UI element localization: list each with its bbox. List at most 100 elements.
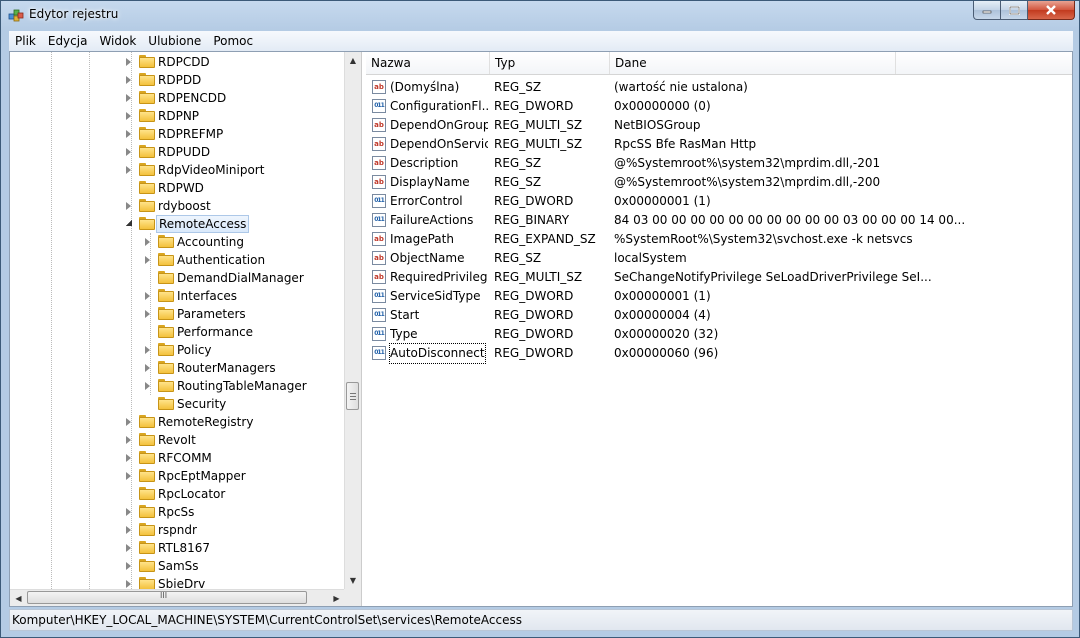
value-row[interactable]: 011 Type REG_DWORD 0x00000020 (32) [366,325,1072,344]
tree-item[interactable]: Interfaces [10,287,345,305]
scroll-up-arrow[interactable]: ▲ [345,52,361,69]
value-row[interactable]: 011 ServiceSidType REG_DWORD 0x00000001 (1) [366,287,1072,306]
value-row[interactable]: 011 ConfigurationFl... REG_DWORD 0x00000000… [366,97,1072,116]
scroll-right-arrow[interactable]: ▶ [328,590,345,606]
expand-closed-icon[interactable] [145,238,150,246]
tree-item[interactable]: RDPCDD [10,53,345,71]
expand-closed-icon[interactable] [126,580,131,588]
expand-closed-icon[interactable] [126,436,131,444]
value-row[interactable]: ab DisplayName REG_SZ @%Systemroot%\system3… [366,173,1072,192]
folder-icon [139,145,155,158]
expand-closed-icon[interactable] [126,202,131,210]
expand-closed-icon[interactable] [145,292,150,300]
value-row[interactable]: ab DependOnService REG_MULTI_SZ RpcSS Bfe R… [366,135,1072,154]
tree-item[interactable]: DemandDialManager [10,269,345,287]
value-name: Start [390,308,420,322]
binary-value-icon: 011 [372,289,386,303]
tree-item[interactable]: rspndr [10,521,345,539]
value-row[interactable]: 011 FailureActions REG_BINARY 84 03 00 00 0… [366,211,1072,230]
tree-item[interactable]: Authentication [10,251,345,269]
expand-closed-icon[interactable] [126,454,131,462]
tree-item[interactable]: RDPENCDD [10,89,345,107]
expand-closed-icon[interactable] [126,130,131,138]
tree-item[interactable]: RpcEptMapper [10,467,345,485]
expand-closed-icon[interactable] [126,94,131,102]
tree-item[interactable]: Performance [10,323,345,341]
tree-item[interactable]: rdyboost [10,197,345,215]
menu-edit[interactable]: Edycja [42,31,94,51]
value-row[interactable]: 011 AutoDisconnect REG_DWORD 0x00000060 (96… [366,343,1072,364]
value-row[interactable]: ab Description REG_SZ @%Systemroot%\system3… [366,154,1072,173]
status-bar: Komputer\HKEY_LOCAL_MACHINE\SYSTEM\Curre… [9,609,1073,631]
expand-closed-icon[interactable] [126,418,131,426]
scroll-left-arrow[interactable]: ◀ [10,590,27,606]
expand-closed-icon[interactable] [126,526,131,534]
tree-item[interactable]: RTL8167 [10,539,345,557]
expand-closed-icon[interactable] [145,364,150,372]
tree-item[interactable]: RDPNP [10,107,345,125]
expand-closed-icon[interactable] [145,256,150,264]
expand-closed-icon[interactable] [126,166,131,174]
tree-item[interactable]: RouterManagers [10,359,345,377]
value-row[interactable]: 011 ErrorControl REG_DWORD 0x00000001 (1) [366,192,1072,211]
tree-item[interactable]: RevoIt [10,431,345,449]
value-row[interactable]: ab ObjectName REG_SZ localSystem [366,249,1072,268]
menu-favorites[interactable]: Ulubione [142,31,207,51]
expand-open-icon[interactable] [126,220,132,226]
folder-icon [139,505,155,518]
value-row[interactable]: ab ImagePath REG_EXPAND_SZ %SystemRoot%\Sys… [366,230,1072,249]
tree-item[interactable]: RpcSs [10,503,345,521]
column-header-data[interactable]: Dane [610,52,896,74]
tree-vertical-scrollbar[interactable]: ▲ ▼ [344,52,361,589]
maximize-button[interactable] [1001,1,1028,20]
expand-closed-icon[interactable] [126,148,131,156]
tree-item[interactable]: Policy [10,341,345,359]
tree-item[interactable]: RpcLocator [10,485,345,503]
tree-item[interactable]: Accounting [10,233,345,251]
menu-view[interactable]: Widok [93,31,142,51]
value-row[interactable]: ab (Domyślna) REG_SZ (wartość nie ustalona) [366,78,1072,97]
expand-closed-icon[interactable] [126,76,131,84]
expand-closed-icon[interactable] [126,562,131,570]
value-row[interactable]: ab DependOnGroup REG_MULTI_SZ NetBIOSGroup [366,116,1072,135]
column-header-type[interactable]: Typ [490,52,610,74]
tree-item[interactable]: RDPWD [10,179,345,197]
tree-horizontal-scrollbar[interactable]: ◀ III ▶ [10,589,345,606]
tree-item[interactable]: SbieDrv [10,575,345,589]
tree-item[interactable]: RoutingTableManager [10,377,345,395]
expand-closed-icon[interactable] [126,112,131,120]
expand-closed-icon[interactable] [126,544,131,552]
column-header-name[interactable]: Nazwa [366,52,490,74]
minimize-icon [982,10,992,14]
tree-item[interactable]: RdpVideoMiniport [10,161,345,179]
tree-item[interactable]: RFCOMM [10,449,345,467]
tree-item[interactable]: RemoteRegistry [10,413,345,431]
menu-help[interactable]: Pomoc [207,31,259,51]
expand-closed-icon[interactable] [145,310,150,318]
tree-item[interactable]: RDPREFMP [10,125,345,143]
tree-item[interactable]: RDPUDD [10,143,345,161]
tree-item[interactable]: Security [10,395,345,413]
expand-closed-icon[interactable] [145,382,150,390]
tree-item[interactable]: RDPDD [10,71,345,89]
window-title: Edytor rejestru [29,7,119,21]
values-list-pane: Nazwa Typ Dane ab (Domyślna) REG_SZ (wartoś… [366,52,1072,606]
tree-item[interactable]: Parameters [10,305,345,323]
close-button[interactable] [1028,1,1075,20]
expand-closed-icon[interactable] [126,58,131,66]
scroll-thumb[interactable] [346,382,359,410]
expand-closed-icon[interactable] [126,472,131,480]
expand-closed-icon[interactable] [126,508,131,516]
expand-closed-icon[interactable] [145,346,150,354]
scroll-thumb-horizontal[interactable]: III [27,591,307,604]
title-bar[interactable]: Edytor rejestru [1,1,1079,29]
tree-item[interactable]: RemoteAccess [10,215,345,233]
value-row[interactable]: 011 Start REG_DWORD 0x00000004 (4) [366,306,1072,325]
menu-file[interactable]: Plik [9,31,42,51]
folder-icon [158,235,174,248]
value-row[interactable]: ab RequiredPrivileg... REG_MULTI_SZ SeChang… [366,268,1072,287]
tree-item-label: RDPCDD [158,55,210,69]
tree-item[interactable]: SamSs [10,557,345,575]
scroll-down-arrow[interactable]: ▼ [345,572,361,589]
minimize-button[interactable] [973,1,1001,20]
